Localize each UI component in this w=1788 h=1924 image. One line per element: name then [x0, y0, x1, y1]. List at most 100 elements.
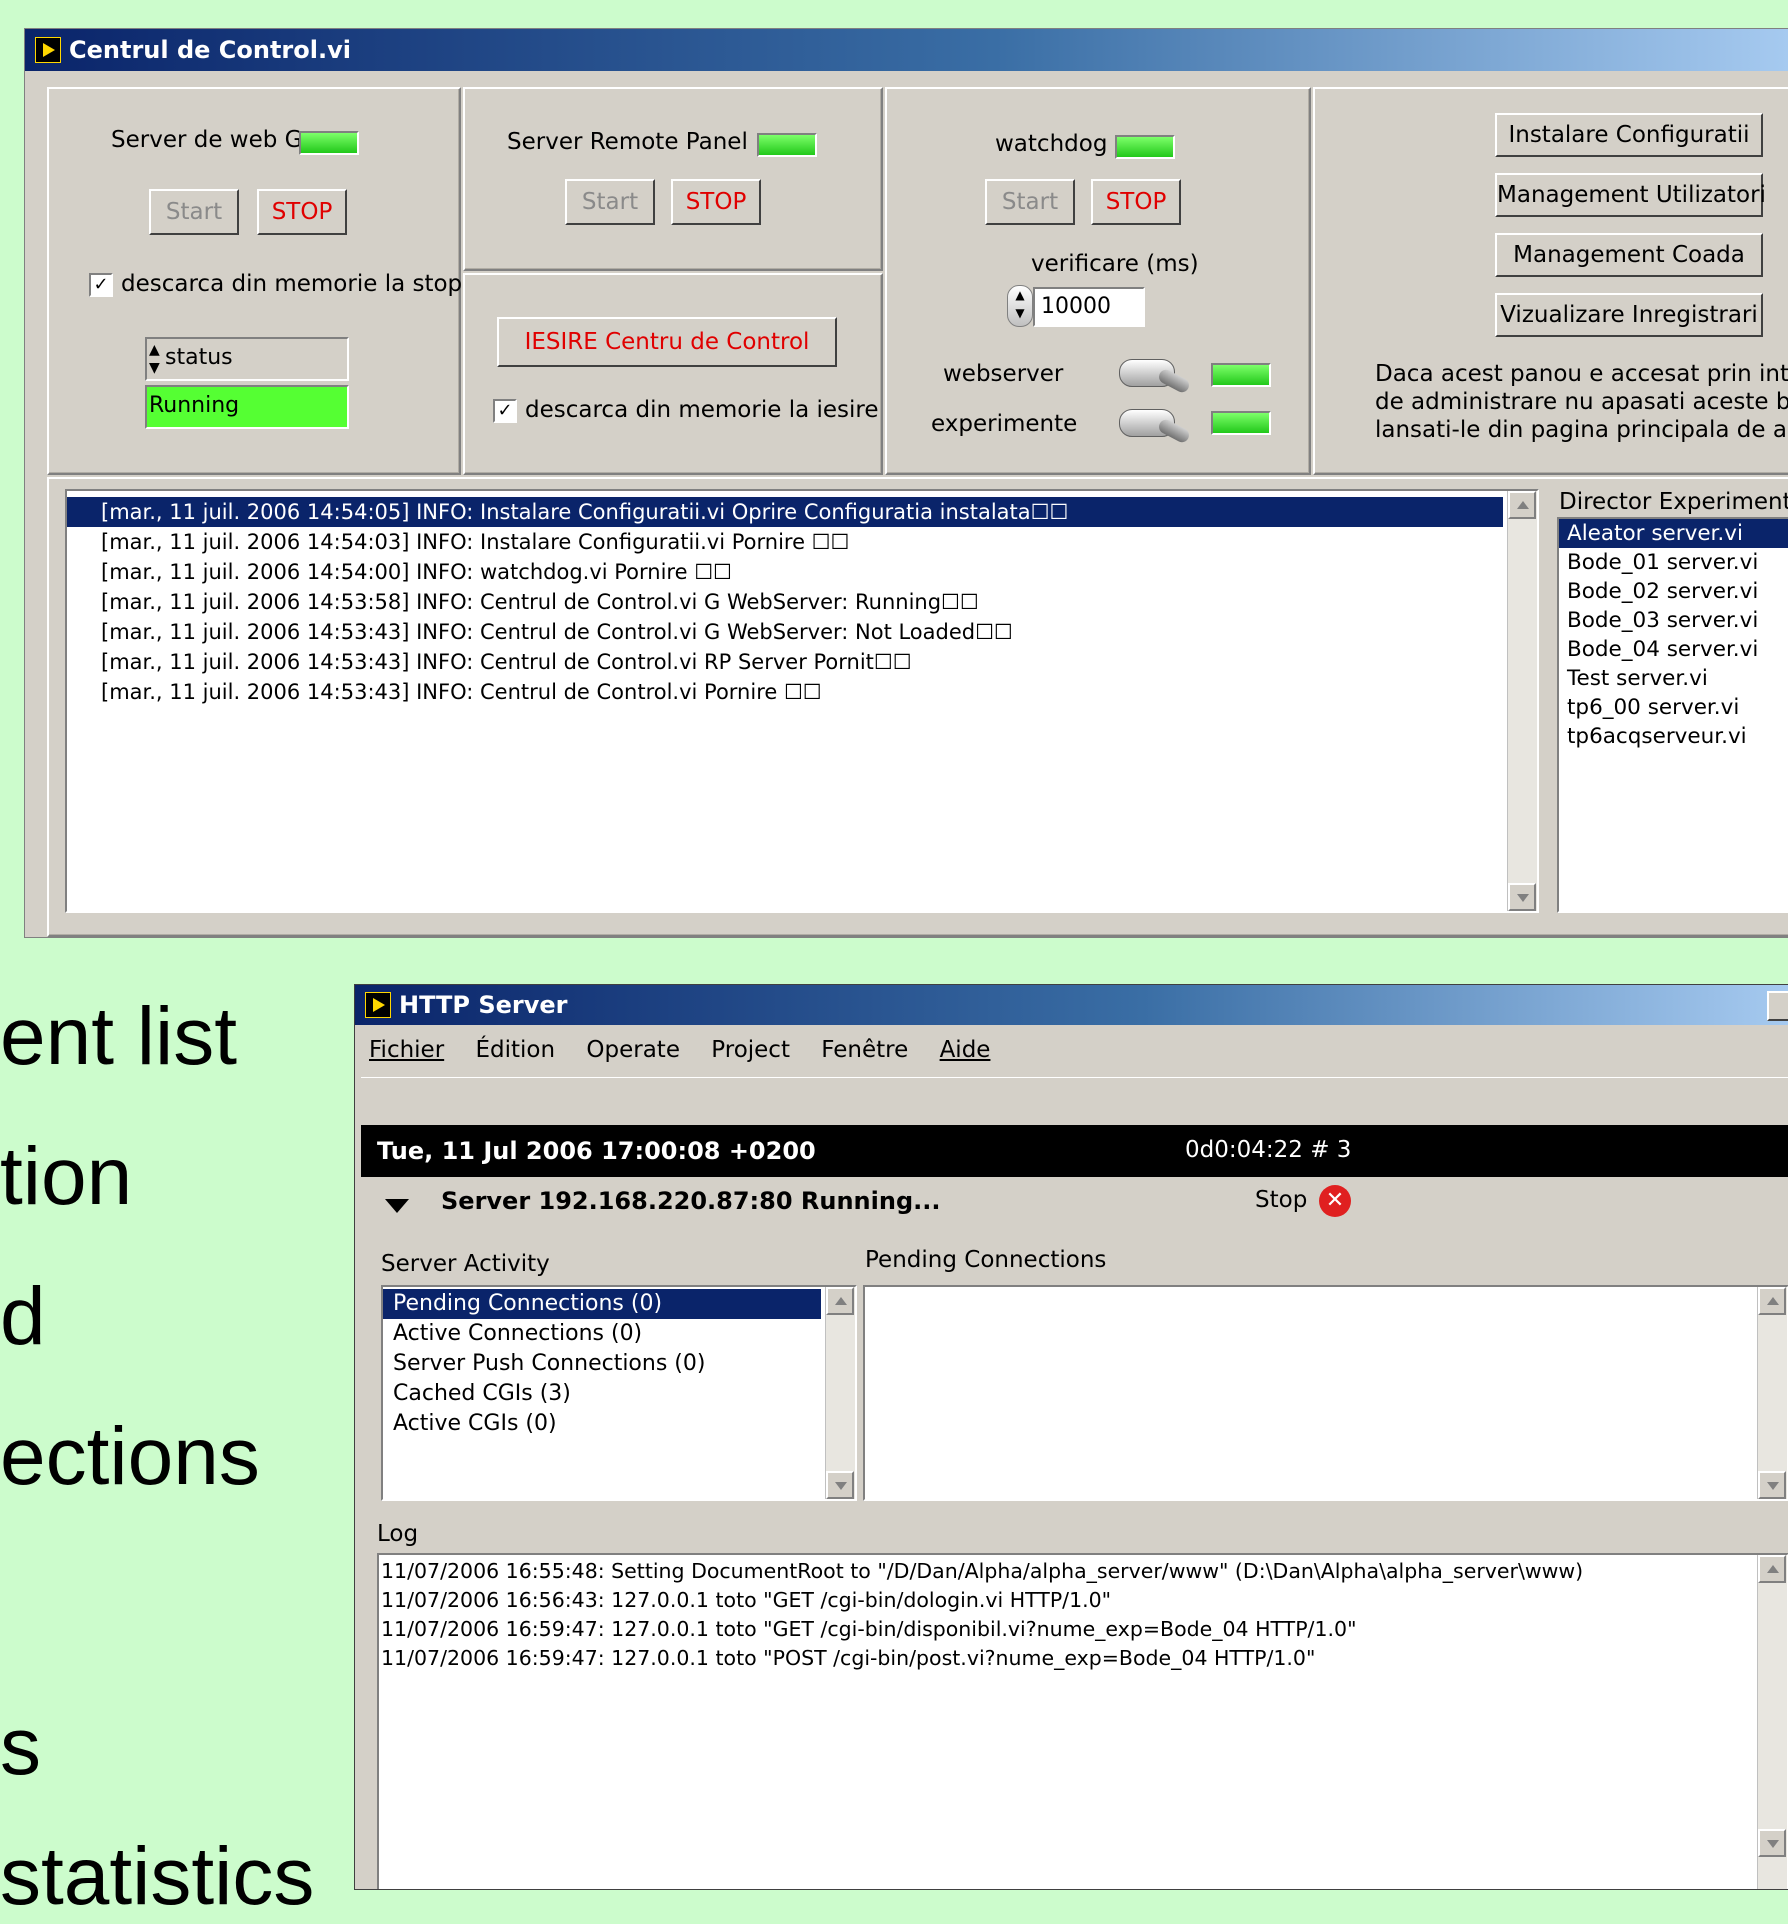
activity-item[interactable]: Pending Connections (0): [383, 1289, 821, 1319]
exit-unload-checkbox[interactable]: ✓: [493, 399, 517, 423]
experiments-list[interactable]: Aleator server.vi Bode_01 server.vi Bode_0…: [1557, 517, 1788, 913]
collapse-triangle-icon[interactable]: [385, 1199, 409, 1213]
info-log-scrollbar[interactable]: [1507, 491, 1537, 911]
experiment-item[interactable]: Test server.vi: [1559, 664, 1788, 693]
experiment-item[interactable]: tp6acqserveur.vi: [1559, 722, 1788, 751]
web-unload-checkbox[interactable]: ✓: [89, 273, 113, 297]
log-row[interactable]: [mar., 11 juil. 2006 14:53:43] INFO: Cen…: [67, 647, 1503, 677]
interval-input[interactable]: 10000: [1033, 287, 1145, 327]
pending-connections-list[interactable]: [863, 1285, 1788, 1501]
install-config-button[interactable]: Instalare Configuratii: [1495, 113, 1763, 157]
labview-vi-icon: [365, 992, 391, 1018]
http-log-list[interactable]: 11/07/2006 16:55:48: Setting DocumentRoo…: [377, 1553, 1788, 1889]
menu-operate[interactable]: Operate: [586, 1037, 680, 1063]
scroll-down-icon[interactable]: [1758, 1829, 1786, 1857]
http-log-row[interactable]: 11/07/2006 16:59:47: 127.0.0.1 toto "GET…: [379, 1615, 1753, 1644]
experiment-item[interactable]: tp6_00 server.vi: [1559, 693, 1788, 722]
scroll-up-icon[interactable]: [826, 1287, 854, 1315]
http-log-scrollbar[interactable]: [1757, 1555, 1787, 1889]
experiment-item[interactable]: Bode_03 server.vi: [1559, 606, 1788, 635]
queue-management-button[interactable]: Management Coada: [1495, 233, 1763, 277]
experiment-item[interactable]: Bode_02 server.vi: [1559, 577, 1788, 606]
labview-vi-icon: [35, 37, 61, 63]
scroll-down-icon[interactable]: [826, 1471, 854, 1499]
menu-fenetre[interactable]: Fenêtre: [821, 1037, 908, 1063]
status-value: Running: [149, 393, 240, 418]
exit-control-center-button[interactable]: IESIRE Centru de Control: [497, 317, 837, 367]
rp-start-button[interactable]: Start: [565, 179, 655, 225]
spin-arrows-icon[interactable]: ▲ ▼: [149, 341, 160, 377]
remote-panel-server-panel: Server Remote Panel Start STOP: [463, 87, 883, 271]
log-section: [mar., 11 juil. 2006 14:54:05] INFO: Ins…: [47, 477, 1788, 937]
interval-label: verificare (ms): [1031, 251, 1199, 277]
server-datetime: Tue, 11 Jul 2006 17:00:08 +0200: [377, 1137, 816, 1165]
log-row[interactable]: [mar., 11 juil. 2006 14:54:05] INFO: Ins…: [67, 497, 1503, 527]
experiments-dir-label: Director Experimente: [1559, 489, 1788, 515]
pending-scrollbar[interactable]: [1757, 1287, 1787, 1499]
experiments-led: [1211, 411, 1271, 435]
web-server-label: Server de web G: [111, 127, 303, 153]
experiment-item[interactable]: Aleator server.vi: [1559, 519, 1788, 548]
status-indicator: Running: [145, 385, 349, 429]
menu-bar: Fichier Édition Operate Project Fenêtre …: [369, 1037, 1014, 1063]
menu-edition[interactable]: Édition: [475, 1037, 555, 1063]
rp-stop-button[interactable]: STOP: [671, 179, 761, 225]
log-row[interactable]: [mar., 11 juil. 2006 14:54:00] INFO: wat…: [67, 557, 1503, 587]
scroll-up-icon[interactable]: [1758, 1287, 1786, 1315]
server-status-text: Server 192.168.220.87:80 Running...: [441, 1187, 941, 1215]
activity-item[interactable]: Server Push Connections (0): [383, 1349, 821, 1379]
log-row[interactable]: [mar., 11 juil. 2006 14:53:58] INFO: Cen…: [67, 587, 1503, 617]
web-stop-button[interactable]: STOP: [257, 189, 347, 235]
http-server-window: HTTP Server Fichier Édition Operate Proj…: [354, 984, 1788, 1890]
status-ring[interactable]: ▲ ▼ status: [145, 337, 349, 381]
watchdog-label: watchdog: [995, 131, 1108, 157]
activity-item[interactable]: Cached CGIs (3): [383, 1379, 821, 1409]
webserver-toggle[interactable]: [1119, 359, 1175, 387]
web-start-button[interactable]: Start: [149, 189, 239, 235]
watchdog-stop-button[interactable]: STOP: [1091, 179, 1181, 225]
web-unload-label: descarca din memorie la stop: [121, 271, 463, 297]
pending-connections-label: Pending Connections: [865, 1247, 1107, 1273]
menu-project[interactable]: Project: [711, 1037, 790, 1063]
experiment-item[interactable]: Bode_01 server.vi: [1559, 548, 1788, 577]
close-icon[interactable]: [1767, 991, 1788, 1021]
slide-line-1: ent list: [0, 991, 237, 1082]
scroll-up-icon[interactable]: [1508, 491, 1536, 519]
server-activity-list[interactable]: Pending Connections (0) Active Connection…: [381, 1285, 857, 1501]
experiments-toggle[interactable]: [1119, 409, 1175, 437]
activity-item[interactable]: Active CGIs (0): [383, 1409, 821, 1439]
view-recordings-button[interactable]: Vizualizare Inregistrari: [1495, 293, 1763, 337]
scroll-down-icon[interactable]: [1758, 1471, 1786, 1499]
control-center-titlebar[interactable]: Centrul de Control.vi: [25, 29, 1788, 71]
experiment-item[interactable]: Bode_04 server.vi: [1559, 635, 1788, 664]
status-ring-label: status: [165, 345, 233, 370]
menu-fichier[interactable]: Fichier: [369, 1037, 444, 1063]
http-log-row[interactable]: 11/07/2006 16:56:43: 127.0.0.1 toto "GET…: [379, 1586, 1753, 1615]
http-log-row[interactable]: 11/07/2006 16:55:48: Setting DocumentRoo…: [379, 1557, 1753, 1586]
admin-note-line-1: Daca acest panou e accesat prin interf: [1375, 361, 1788, 387]
activity-scrollbar[interactable]: [825, 1287, 855, 1499]
watchdog-start-button[interactable]: Start: [985, 179, 1075, 225]
scroll-up-icon[interactable]: [1758, 1555, 1786, 1583]
server-activity-label: Server Activity: [381, 1251, 550, 1277]
admin-note-line-3: lansati-le din pagina principala de admi: [1375, 417, 1788, 443]
exit-unload-text: descarca din memorie la iesire: [525, 397, 879, 423]
http-server-titlebar[interactable]: HTTP Server: [355, 985, 1788, 1025]
info-log-list[interactable]: [mar., 11 juil. 2006 14:54:05] INFO: Ins…: [65, 489, 1539, 913]
stop-server-icon[interactable]: ✕: [1319, 1185, 1351, 1217]
activity-item[interactable]: Active Connections (0): [383, 1319, 821, 1349]
log-row[interactable]: [mar., 11 juil. 2006 14:53:43] INFO: Cen…: [67, 677, 1503, 707]
slide-line-7: statistics: [0, 1831, 315, 1922]
http-log-row[interactable]: 11/07/2006 16:59:47: 127.0.0.1 toto "POS…: [379, 1644, 1753, 1673]
log-row[interactable]: [mar., 11 juil. 2006 14:53:43] INFO: Cen…: [67, 617, 1503, 647]
log-row[interactable]: [mar., 11 juil. 2006 14:54:03] INFO: Ins…: [67, 527, 1503, 557]
exit-panel: IESIRE Centru de Control ✓ descarca din …: [463, 273, 883, 475]
interval-spinner-icon[interactable]: ▲ ▼: [1007, 285, 1033, 327]
menu-aide[interactable]: Aide: [940, 1037, 991, 1063]
scroll-down-icon[interactable]: [1508, 883, 1536, 911]
user-management-button[interactable]: Management Utilizatori: [1495, 173, 1766, 217]
slide-line-3: d: [0, 1271, 46, 1362]
slide-line-4: ections: [0, 1411, 260, 1502]
web-server-panel: Server de web G Start STOP ✓ descarca di…: [47, 87, 463, 475]
admin-panel: Instalare Configuratii Management Utiliz…: [1313, 87, 1788, 475]
